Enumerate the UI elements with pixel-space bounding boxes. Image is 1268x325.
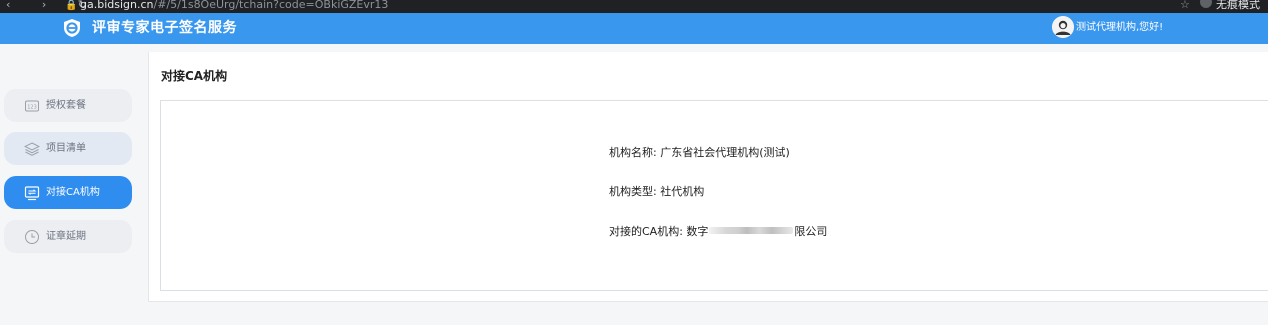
incognito-icon[interactable] (1200, 0, 1212, 8)
address-bar[interactable]: ga.bidsign.cn/#/5/1s8OeUrg/tchain?code=O… (80, 0, 388, 11)
ca-org-value-start: 数字 (686, 225, 709, 238)
sidebar-item-label: 证章延期 (46, 231, 86, 242)
layers-icon (24, 142, 40, 156)
sidebar-item-seal-extension[interactable]: 证章延期 (4, 220, 132, 253)
page-title: 对接CA机构 (161, 69, 228, 83)
lock-icon: 🔒 (65, 0, 78, 11)
sidebar-item-ca-connect[interactable]: 对接CA机构 (4, 176, 132, 209)
svg-text:123: 123 (27, 105, 37, 111)
bookmark-star-icon[interactable]: ☆ (1180, 0, 1190, 11)
redacted-text (709, 227, 794, 234)
url-path: /#/5/1s8OeUrg/tchain?code=OBkiGZEvr13 (153, 0, 389, 11)
sidebar-item-label: 对接CA机构 (46, 187, 100, 198)
ca-connect-icon (24, 186, 40, 201)
org-type-row: 机构类型: 社代机构 (609, 185, 704, 199)
org-name-label: 机构名称: (609, 146, 657, 159)
ca-org-row: 对接的CA机构: 数字 限公司 (609, 225, 827, 239)
org-type-value: 社代机构 (660, 185, 705, 198)
sidebar-item-auth-package[interactable]: 123 授权套餐 (4, 89, 132, 122)
org-name-value: 广东省社会代理机构(测试) (660, 146, 790, 159)
org-type-label: 机构类型: (609, 185, 657, 198)
ca-org-label: 对接的CA机构: (609, 225, 683, 238)
browser-toolbar: ‹ › ↻ 🔒 ga.bidsign.cn/#/5/1s8OeUrg/tchai… (0, 0, 1268, 13)
sidebar-item-label: 项目清单 (46, 143, 86, 154)
ca-org-value-end: 限公司 (794, 225, 828, 238)
org-name-row: 机构名称: 广东省社会代理机构(测试) (609, 146, 790, 160)
clock-icon (25, 230, 39, 244)
package-icon: 123 (25, 100, 39, 112)
app-title: 评审专家电子签名服务 (92, 20, 237, 36)
user-greeting[interactable]: 测试代理机构,您好! (1076, 21, 1163, 35)
main-panel: 对接CA机构 机构名称: 广东省社会代理机构(测试) 机构类型: 社代机构 对接… (148, 52, 1268, 302)
incognito-label: 无痕模式 (1216, 0, 1260, 11)
user-avatar-icon (1052, 16, 1074, 38)
user-avatar[interactable] (1052, 16, 1074, 38)
sidebar-item-project-list[interactable]: 项目清单 (4, 132, 132, 165)
ca-info-box: 机构名称: 广东省社会代理机构(测试) 机构类型: 社代机构 对接的CA机构: … (160, 100, 1268, 291)
url-host: ga.bidsign.cn (80, 0, 154, 11)
app-header: 评审专家电子签名服务 测试代理机构,您好! (0, 13, 1268, 44)
shield-logo-icon (64, 19, 80, 37)
sidebar-item-label: 授权套餐 (46, 100, 86, 111)
